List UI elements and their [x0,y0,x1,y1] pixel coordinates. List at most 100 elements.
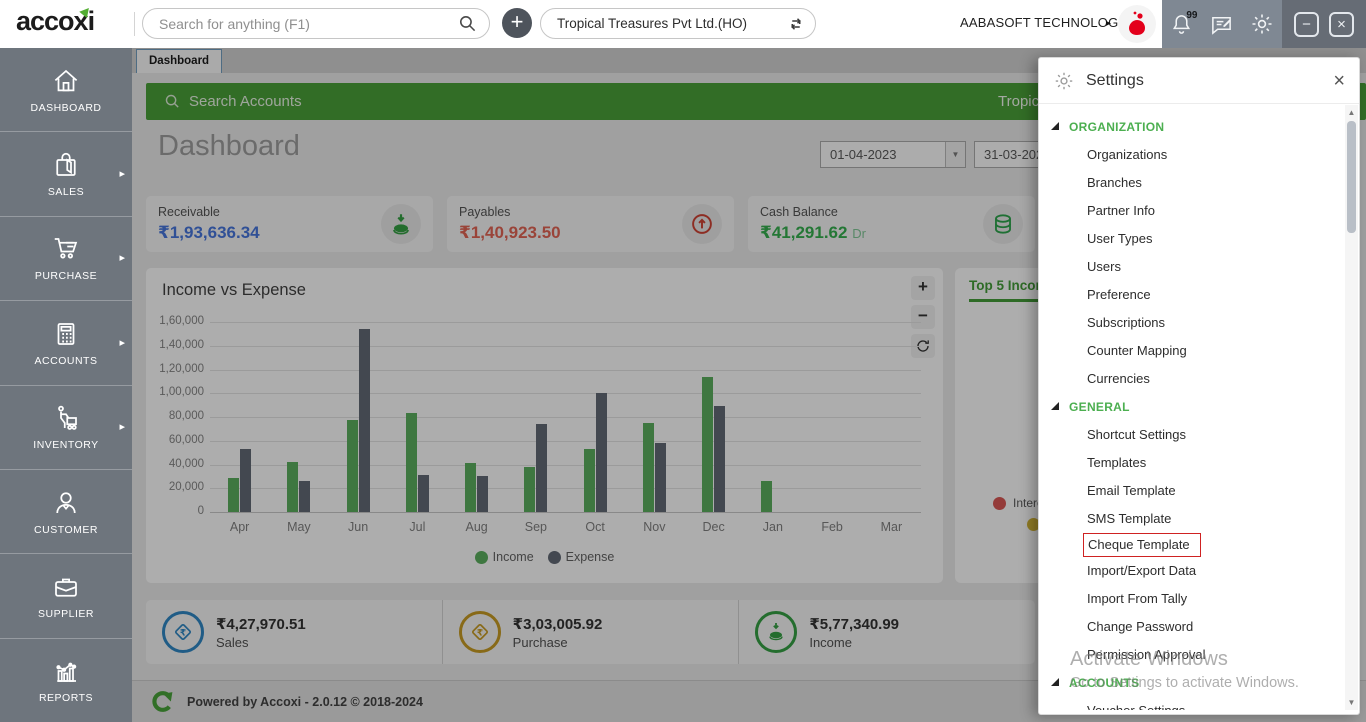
sidebar-item-accounts[interactable]: ACCOUNTS▸ [0,301,132,385]
income-bar[interactable] [406,413,417,512]
purchase-total[interactable]: ₹ ₹3,03,005.92 Purchase [443,600,740,664]
settings-item-user-types[interactable]: User Types [1039,225,1345,253]
income-bar[interactable] [524,467,535,512]
settings-item-organizations[interactable]: Organizations [1039,141,1345,169]
totals-strip: ₹ ₹4,27,970.51 Sales ₹ ₹3,03,005.92 Purc… [146,600,1035,664]
settings-section-accounts[interactable]: ACCOUNTS [1039,669,1345,697]
settings-item-email-template[interactable]: Email Template [1039,477,1345,505]
income-bar[interactable] [702,377,713,512]
settings-item-preference[interactable]: Preference [1039,281,1345,309]
sidebar-item-label: ACCOUNTS [35,355,98,367]
date-from-field[interactable]: 01-04-2023 ▼ [820,141,966,168]
sidebar-item-sales[interactable]: SALES▸ [0,132,132,216]
payables-card[interactable]: Payables ₹1,40,923.50 [447,196,734,252]
sidebar-item-purchase[interactable]: PURCHASE▸ [0,217,132,301]
income-bar[interactable] [643,423,654,512]
settings-item-subscriptions[interactable]: Subscriptions [1039,309,1345,337]
sidebar-item-dashboard[interactable]: DASHBOARD [0,48,132,132]
expense-bar[interactable] [477,476,488,512]
date-from-dropdown-icon[interactable]: ▼ [945,142,965,167]
page-title: Dashboard [158,130,300,163]
sidebar-item-inventory[interactable]: INVENTORY▸ [0,386,132,470]
global-search[interactable] [142,8,490,39]
bar-group-may [269,462,328,512]
cash-balance-card[interactable]: Cash Balance ₹41,291.62 Dr [748,196,1035,252]
settings-item-cheque-template[interactable]: Cheque Template [1083,533,1201,557]
income-bar[interactable] [287,462,298,512]
legend-item-expense[interactable]: Expense [548,550,615,564]
expense-bar[interactable] [240,449,251,512]
settings-gear-icon[interactable] [1250,12,1274,36]
sales-total[interactable]: ₹ ₹4,27,970.51 Sales [146,600,443,664]
messages-icon[interactable] [1210,13,1233,36]
settings-item-sms-template[interactable]: SMS Template [1039,505,1345,533]
y-axis-tick-label: 0 [148,505,204,517]
bar-group-jan [743,481,802,512]
income-bar[interactable] [347,420,358,512]
organization-avatar[interactable] [1118,5,1156,43]
settings-item-voucher-settings[interactable]: Voucher Settings [1039,697,1345,710]
settings-item-import-from-tally[interactable]: Import From Tally [1039,585,1345,613]
bar-group-jun [329,329,388,512]
y-axis-tick-label: 1,20,000 [148,363,204,375]
settings-item-permission-approval[interactable]: Permission Approval [1039,641,1345,669]
global-search-input[interactable] [159,16,458,32]
settings-item-import-export-data[interactable]: Import/Export Data [1039,557,1345,585]
expense-bar[interactable] [714,406,725,512]
settings-item-change-password[interactable]: Change Password [1039,613,1345,641]
expense-bar[interactable] [655,443,666,512]
settings-item-users[interactable]: Users [1039,253,1345,281]
date-from-value: 01-04-2023 [830,147,897,162]
settings-item-templates[interactable]: Templates [1039,449,1345,477]
chart-zoom-in-button[interactable]: + [911,276,935,300]
tab-dashboard[interactable]: Dashboard [136,49,222,73]
svg-text:₹: ₹ [180,628,186,638]
settings-item-currencies[interactable]: Currencies [1039,365,1345,393]
scroll-down-icon[interactable]: ▼ [1345,698,1358,707]
search-icon[interactable] [458,14,477,33]
x-axis-tick-label: Jun [329,520,388,534]
settings-header: Settings × [1039,58,1359,104]
settings-item-counter-mapping[interactable]: Counter Mapping [1039,337,1345,365]
expense-bar[interactable] [359,329,370,512]
close-button[interactable]: × [1329,12,1354,37]
settings-item-branches[interactable]: Branches [1039,169,1345,197]
expense-bar[interactable] [536,424,547,512]
bar-group-nov [625,423,684,512]
chart-legend: Income Expense [146,550,943,564]
bar-group-oct [566,393,625,512]
scrollbar-thumb[interactable] [1347,121,1356,233]
settings-section-general[interactable]: GENERAL [1039,393,1345,421]
income-total[interactable]: ₹5,77,340.99 Income [739,600,1035,664]
gridline [210,512,921,513]
company-selector[interactable]: Tropical Treasures Pvt Ltd.(HO) [540,8,816,39]
notifications-bell-icon[interactable]: 99 [1170,13,1193,36]
expense-bar[interactable] [299,481,310,512]
y-axis-tick-label: 60,000 [148,434,204,446]
income-bar[interactable] [761,481,772,512]
settings-title: Settings [1086,72,1322,90]
account-name[interactable]: AABASOFT TECHNOLOGIES [960,15,1140,30]
income-bar[interactable] [465,463,476,512]
sidebar-item-supplier[interactable]: SUPPLIER [0,554,132,638]
income-expense-chart-panel: Income vs Expense + − 020,00040,00060,00… [146,268,943,583]
quick-add-button[interactable]: + [502,8,532,38]
settings-section-organization[interactable]: ORGANIZATION [1039,113,1345,141]
sidebar-item-customer[interactable]: CUSTOMER [0,470,132,554]
legend-item-income[interactable]: Income [475,550,534,564]
settings-item-shortcut-settings[interactable]: Shortcut Settings [1039,421,1345,449]
settings-scrollbar[interactable]: ▲ ▼ [1345,105,1358,710]
income-bar[interactable] [584,449,595,512]
income-bar[interactable] [228,478,239,512]
scroll-up-icon[interactable]: ▲ [1345,108,1358,117]
settings-close-icon[interactable]: × [1333,71,1345,91]
receivable-card[interactable]: Receivable ₹1,93,636.34 [146,196,433,252]
sidebar-item-reports[interactable]: REPORTS [0,639,132,722]
minimize-button[interactable]: − [1294,12,1319,37]
switch-company-icon[interactable] [787,15,805,33]
home-icon [51,66,81,96]
expense-bar[interactable] [418,475,429,512]
account-caret-icon[interactable]: ▸ [1106,18,1111,29]
settings-item-partner-info[interactable]: Partner Info [1039,197,1345,225]
expense-bar[interactable] [596,393,607,512]
